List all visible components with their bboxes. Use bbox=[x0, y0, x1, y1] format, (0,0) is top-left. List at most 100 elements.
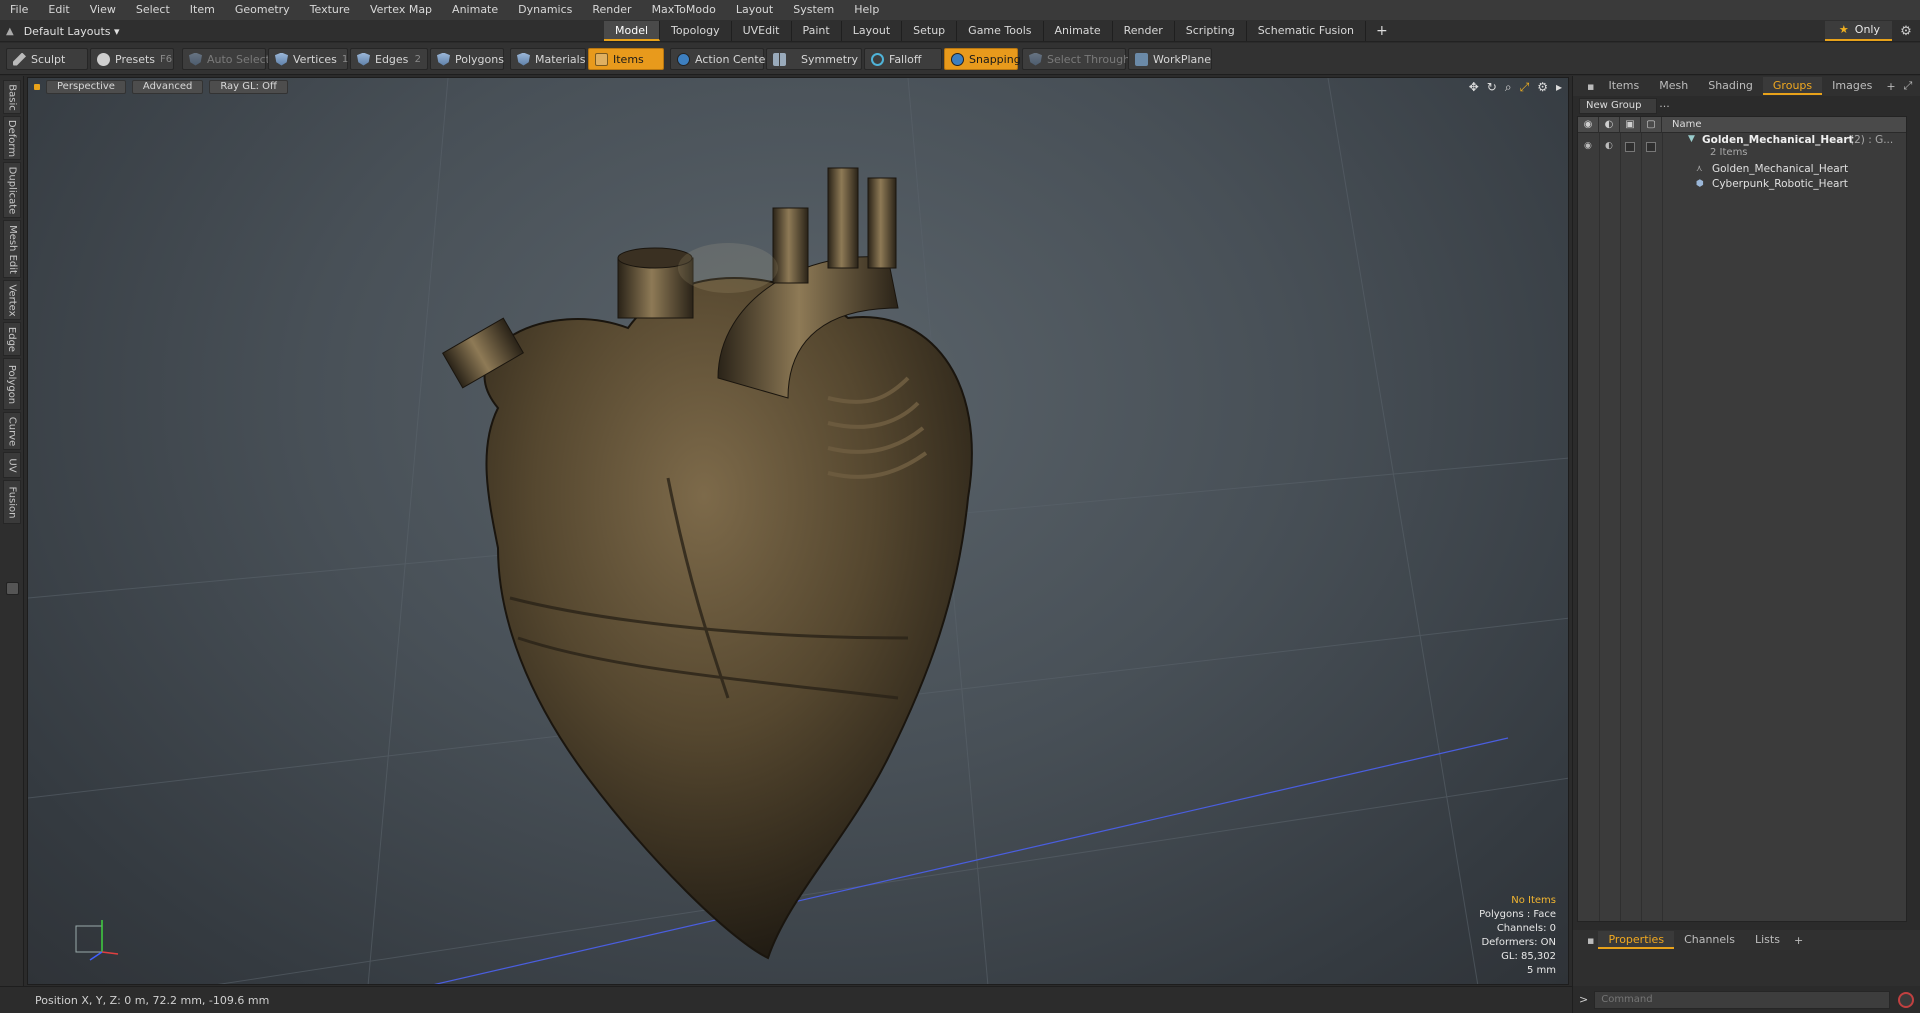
falloff-button[interactable]: Falloff bbox=[864, 48, 942, 70]
vtab-uv[interactable]: UV bbox=[3, 452, 21, 478]
command-record-button[interactable] bbox=[1898, 991, 1915, 1008]
render-column-icon[interactable]: ◐ bbox=[1599, 116, 1620, 133]
vtab-deform[interactable]: Deform bbox=[3, 116, 21, 160]
tab-properties[interactable]: Properties bbox=[1598, 931, 1675, 949]
visibility-column-icon[interactable]: ◉ bbox=[1578, 116, 1599, 133]
tab-groups[interactable]: Groups bbox=[1762, 77, 1823, 95]
viewport-expand-icon[interactable]: ▸ bbox=[1556, 80, 1562, 94]
presets-button[interactable]: Presets F6 bbox=[90, 48, 174, 70]
materials-button[interactable]: Materials bbox=[510, 48, 586, 70]
tab-uvedit[interactable]: UVEdit bbox=[732, 21, 792, 41]
menu-select[interactable]: Select bbox=[126, 0, 180, 20]
only-button[interactable]: ★ Only bbox=[1824, 21, 1892, 41]
select-through-button[interactable]: Select Through bbox=[1022, 48, 1130, 70]
vtab-curve[interactable]: Curve bbox=[3, 412, 21, 450]
panel-expand-icon[interactable]: ⤢ bbox=[1900, 79, 1917, 93]
panel-menu-dot-icon[interactable]: ▪ bbox=[1583, 80, 1598, 93]
vtab-polygon[interactable]: Polygon bbox=[3, 358, 21, 410]
tab-model[interactable]: Model bbox=[604, 21, 661, 41]
menu-help[interactable]: Help bbox=[844, 0, 889, 20]
menu-animate[interactable]: Animate bbox=[442, 0, 508, 20]
menu-edit[interactable]: Edit bbox=[38, 0, 79, 20]
select-column-icon[interactable]: ▢ bbox=[1641, 116, 1662, 133]
action-center-button[interactable]: Action Center bbox=[670, 48, 770, 70]
tab-lists[interactable]: Lists bbox=[1745, 931, 1790, 949]
right-panel-tabs: ▪ Items Mesh ... Shading Groups Images +… bbox=[1573, 76, 1920, 110]
group-child-row[interactable]: ⋏ Golden_Mechanical_Heart bbox=[1578, 161, 1906, 176]
vtab-mesh-edit[interactable]: Mesh Edit bbox=[3, 220, 21, 278]
menu-vertex-map[interactable]: Vertex Map bbox=[360, 0, 442, 20]
menu-dynamics[interactable]: Dynamics bbox=[508, 0, 582, 20]
layout-dropdown[interactable]: Default Layouts ▾ bbox=[24, 25, 120, 38]
eye-icon[interactable]: ◉ bbox=[1584, 141, 1592, 151]
column-divider bbox=[1662, 133, 1663, 921]
auto-select-button[interactable]: Auto Select bbox=[182, 48, 270, 70]
raygl-button[interactable]: Ray GL: Off bbox=[209, 80, 288, 94]
perspective-button[interactable]: Perspective bbox=[46, 80, 126, 94]
tab-shading[interactable]: Shading bbox=[1698, 77, 1763, 95]
vtab-vertex[interactable]: Vertex bbox=[3, 280, 21, 320]
snapping-button[interactable]: Snapping bbox=[944, 48, 1021, 70]
tab-items[interactable]: Items bbox=[1598, 77, 1649, 95]
menu-texture[interactable]: Texture bbox=[300, 0, 360, 20]
add-tab-icon[interactable]: + bbox=[1366, 21, 1398, 41]
panel-menu-dot-icon[interactable]: ▪ bbox=[1583, 934, 1598, 947]
tab-setup[interactable]: Setup bbox=[902, 21, 958, 41]
panel-arrow-icon[interactable]: ▸ bbox=[1916, 80, 1920, 93]
command-input[interactable] bbox=[1594, 990, 1891, 1009]
name-column-header[interactable]: Name bbox=[1662, 119, 1702, 130]
edges-button[interactable]: Edges 2 bbox=[350, 48, 428, 70]
menu-layout[interactable]: Layout bbox=[726, 0, 783, 20]
menu-view[interactable]: View bbox=[80, 0, 126, 20]
items-button[interactable]: Items bbox=[588, 48, 664, 70]
gear-icon[interactable]: ⚙ bbox=[1892, 24, 1920, 39]
groups-scrollbar[interactable] bbox=[1910, 116, 1920, 922]
sculpt-button[interactable]: Sculpt bbox=[6, 48, 88, 70]
pan-icon[interactable]: ✥ bbox=[1469, 80, 1479, 94]
tab-layout[interactable]: Layout bbox=[842, 21, 903, 41]
tab-paint[interactable]: Paint bbox=[792, 21, 842, 41]
tab-schematic-fusion[interactable]: Schematic Fusion bbox=[1247, 21, 1367, 41]
tool-palette-toggle[interactable] bbox=[6, 582, 19, 595]
tab-channels[interactable]: Channels bbox=[1674, 931, 1745, 949]
render-toggle-icon[interactable]: ◐ bbox=[1605, 141, 1613, 151]
lock-checkbox[interactable] bbox=[1625, 142, 1635, 152]
menu-system[interactable]: System bbox=[783, 0, 844, 20]
vertices-button[interactable]: Vertices 1 bbox=[268, 48, 348, 70]
viewport-menu-dot[interactable] bbox=[34, 84, 40, 90]
rotate-icon[interactable]: ↻ bbox=[1487, 80, 1497, 94]
tab-mesh[interactable]: Mesh ... bbox=[1649, 77, 1698, 110]
menu-item[interactable]: Item bbox=[180, 0, 225, 20]
tab-animate[interactable]: Animate bbox=[1044, 21, 1113, 41]
groups-list: ◉ ◐ ▣ ▢ Name ◉ ◐ ▼ Golden_Mechanical_Hea… bbox=[1577, 116, 1907, 922]
tab-images[interactable]: Images bbox=[1822, 77, 1882, 95]
zoom-icon[interactable]: ⌕ bbox=[1505, 80, 1512, 95]
menu-maxtomodo[interactable]: MaxToModo bbox=[642, 0, 726, 20]
advanced-button[interactable]: Advanced bbox=[131, 80, 204, 94]
add-panel-tab-icon[interactable]: + bbox=[1790, 934, 1807, 947]
menu-file[interactable]: File bbox=[0, 0, 38, 20]
group-row[interactable]: ◉ ◐ ▼ Golden_Mechanical_Heart (2) : G...… bbox=[1578, 133, 1906, 161]
fit-icon[interactable]: ⤢ bbox=[1520, 80, 1530, 95]
vtab-basic[interactable]: Basic bbox=[3, 80, 21, 114]
menu-render[interactable]: Render bbox=[582, 0, 641, 20]
tab-topology[interactable]: Topology bbox=[660, 21, 732, 41]
3d-viewport[interactable]: Perspective Advanced Ray GL: Off ✥ ↻ ⌕ ⤢… bbox=[27, 77, 1569, 985]
add-panel-tab-icon[interactable]: + bbox=[1882, 80, 1899, 93]
vtab-duplicate[interactable]: Duplicate bbox=[3, 162, 21, 218]
lock-column-icon[interactable]: ▣ bbox=[1620, 116, 1641, 133]
workplane-button[interactable]: WorkPlane bbox=[1128, 48, 1212, 70]
viewport-gear-icon[interactable]: ⚙ bbox=[1537, 80, 1548, 94]
select-checkbox[interactable] bbox=[1646, 142, 1656, 152]
vtab-fusion[interactable]: Fusion bbox=[3, 480, 21, 524]
tab-scripting[interactable]: Scripting bbox=[1175, 21, 1247, 41]
tab-render[interactable]: Render bbox=[1113, 21, 1175, 41]
collapse-icon[interactable]: ▲ bbox=[6, 26, 14, 37]
tab-game-tools[interactable]: Game Tools bbox=[957, 21, 1044, 41]
group-child-row[interactable]: ⬢ Cyberpunk_Robotic_Heart bbox=[1578, 176, 1906, 191]
polygons-button[interactable]: Polygons bbox=[430, 48, 504, 70]
vtab-edge[interactable]: Edge bbox=[3, 322, 21, 356]
menu-geometry[interactable]: Geometry bbox=[225, 0, 300, 20]
symmetry-button[interactable]: Symmetry bbox=[766, 48, 862, 70]
new-group-button[interactable]: New Group bbox=[1579, 98, 1657, 114]
